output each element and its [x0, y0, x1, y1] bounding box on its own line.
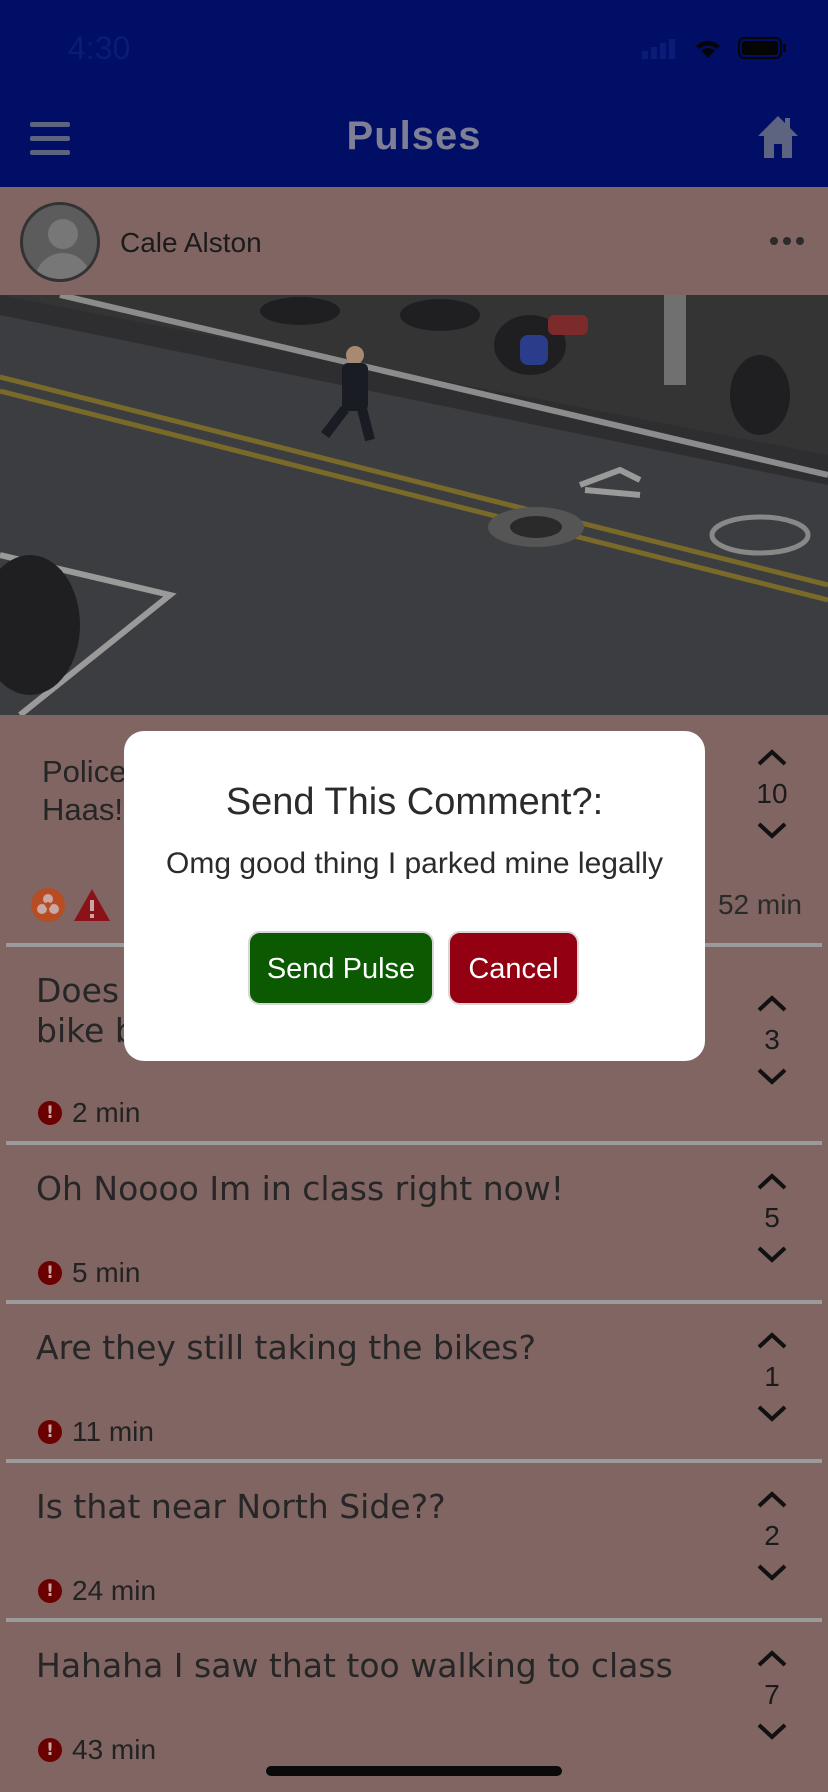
list-item[interactable]: Is that near North Side?? ! 24 min 2 — [0, 1459, 828, 1618]
send-pulse-button[interactable]: Send Pulse — [248, 931, 434, 1005]
chevron-down-icon[interactable] — [742, 1067, 802, 1085]
chevron-up-icon[interactable] — [742, 1173, 802, 1191]
exclamation-circle-icon: ! — [38, 1579, 62, 1603]
status-icons — [642, 36, 788, 64]
chevron-down-icon[interactable] — [742, 821, 802, 839]
comment-time: 5 min — [72, 1257, 141, 1288]
comment-meta: ! 5 min — [38, 1257, 140, 1289]
cancel-button[interactable]: Cancel — [448, 931, 579, 1005]
comment-time: 43 min — [72, 1734, 157, 1765]
comment-meta: ! 11 min — [38, 1416, 154, 1448]
nav-bar: Pulses — [0, 94, 828, 187]
comment-vote: 1 — [742, 1332, 802, 1422]
chevron-down-icon[interactable] — [742, 1245, 802, 1263]
chevron-up-icon[interactable] — [742, 1491, 802, 1509]
comment-text-line-2: bike b — [36, 1011, 136, 1050]
status-time: 4:30 — [68, 30, 131, 66]
divider — [6, 1618, 822, 1622]
biohazard-icon — [30, 887, 66, 927]
vote-count: 10 — [756, 778, 788, 809]
divider — [6, 1141, 822, 1145]
vote-count: 1 — [764, 1361, 780, 1392]
page-title: Pulses — [346, 114, 482, 158]
home-icon[interactable] — [756, 114, 800, 160]
chevron-up-icon[interactable] — [742, 995, 802, 1013]
avatar[interactable] — [20, 202, 100, 282]
ellipsis-icon[interactable] — [770, 237, 804, 245]
post-header: Cale Alston — [0, 187, 828, 295]
chevron-down-icon[interactable] — [742, 1404, 802, 1422]
signal-icon — [642, 37, 678, 63]
post-tags — [30, 887, 112, 927]
chevron-down-icon[interactable] — [742, 1563, 802, 1581]
confirm-dialog: Send This Comment?: Omg good thing I par… — [124, 731, 705, 1061]
chevron-up-icon[interactable] — [742, 1332, 802, 1350]
author-name[interactable]: Cale Alston — [120, 227, 262, 259]
comment-vote: 3 — [742, 995, 802, 1085]
comment-text: Hahaha I saw that too walking to class — [36, 1646, 673, 1685]
list-item[interactable]: Are they still taking the bikes? ! 11 mi… — [0, 1300, 828, 1459]
comment-meta: ! 2 min — [38, 1097, 140, 1129]
list-item[interactable]: Oh Noooo Im in class right now! ! 5 min … — [0, 1141, 828, 1300]
chevron-up-icon[interactable] — [742, 1650, 802, 1668]
comment-meta: ! 43 min — [38, 1734, 156, 1766]
wifi-icon — [692, 36, 724, 64]
comment-text: Does bike b — [36, 971, 136, 1051]
vote-count: 5 — [764, 1202, 780, 1233]
comment-vote: 5 — [742, 1173, 802, 1263]
status-bar: 4:30 — [0, 0, 828, 94]
exclamation-circle-icon: ! — [38, 1101, 62, 1125]
divider — [6, 1459, 822, 1463]
vote-count: 2 — [764, 1520, 780, 1551]
warning-triangle-icon — [72, 887, 112, 927]
post-time: 52 min — [717, 889, 802, 920]
battery-icon — [738, 36, 788, 64]
chevron-down-icon[interactable] — [742, 1722, 802, 1740]
chevron-up-icon[interactable] — [742, 749, 802, 767]
dialog-title: Send This Comment?: — [225, 781, 604, 823]
home-indicator[interactable] — [266, 1766, 562, 1776]
exclamation-circle-icon: ! — [38, 1261, 62, 1285]
comment-time: 2 min — [72, 1097, 141, 1128]
comment-text: Oh Noooo Im in class right now! — [36, 1169, 565, 1208]
exclamation-circle-icon: ! — [38, 1420, 62, 1444]
comment-text-line-1: Does — [36, 971, 120, 1010]
vote-count: 7 — [764, 1679, 780, 1710]
comment-vote: 2 — [742, 1491, 802, 1581]
comment-text: Is that near North Side?? — [36, 1487, 446, 1526]
comment-time: 11 min — [72, 1416, 154, 1447]
divider — [6, 1300, 822, 1304]
exclamation-circle-icon: ! — [38, 1738, 62, 1762]
post-vote: 10 — [742, 749, 802, 839]
dialog-message: Omg good thing I parked mine legally — [166, 847, 663, 880]
comment-meta: ! 24 min — [38, 1575, 156, 1607]
comment-vote: 7 — [742, 1650, 802, 1740]
comment-text: Are they still taking the bikes? — [36, 1328, 537, 1367]
vote-count: 3 — [764, 1024, 780, 1055]
comment-time: 24 min — [72, 1575, 157, 1606]
post-photo — [0, 295, 828, 715]
